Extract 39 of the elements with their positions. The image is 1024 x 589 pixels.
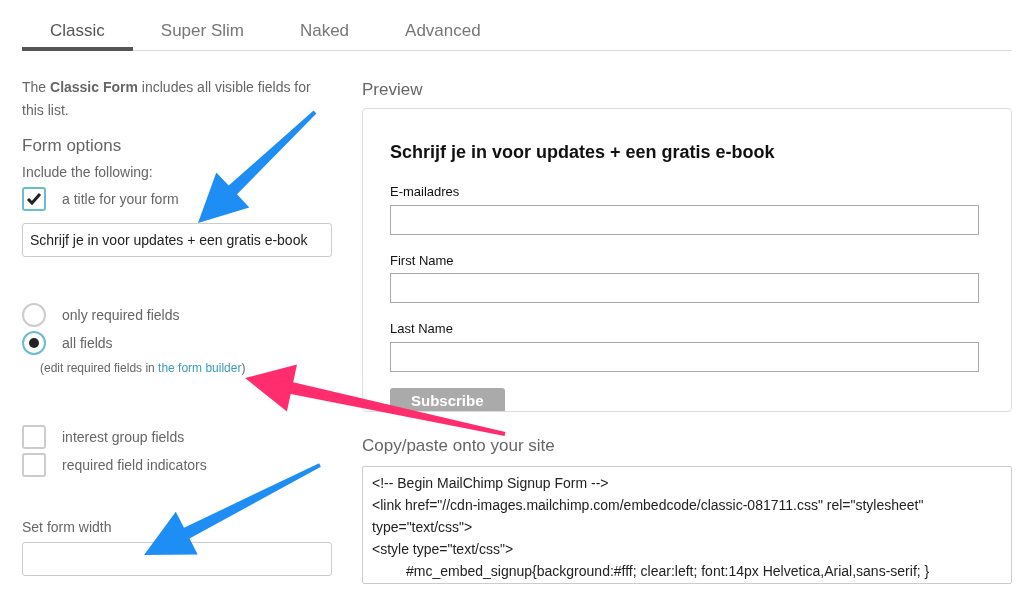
width-label: Set form width (22, 518, 113, 538)
field-label: Last Name (390, 320, 454, 339)
option-label: interest group fields (62, 427, 185, 447)
option-label: a title for your form (62, 189, 179, 209)
checkbox[interactable] (22, 187, 46, 212)
preview-form-title: Schrijf je in voor updates + een gratis e-book (390, 141, 776, 165)
preview-heading: Preview (362, 80, 424, 101)
input-field[interactable] (390, 273, 979, 304)
embed-code-area[interactable] (362, 465, 1012, 584)
checkbox[interactable] (22, 453, 46, 478)
include-label: Include the following: (22, 163, 154, 183)
field-label: First Name (390, 251, 455, 270)
tab[interactable]: Classic (22, 0, 133, 51)
option-label: only required fields (62, 305, 180, 325)
arrow-icon (198, 110, 317, 223)
hint-text: (edit required fields in the form builder) (40, 360, 247, 378)
code-line: <!-- Begin MailChimp Signup Form --> (372, 473, 610, 493)
field-label: E-mailadres (390, 183, 461, 202)
code-line: <style type="text/css"> (372, 539, 515, 559)
form-width-field[interactable] (22, 542, 332, 577)
arrow-icon (245, 364, 506, 436)
check-icon (26, 192, 42, 207)
checkbox[interactable] (22, 425, 46, 450)
input-field[interactable] (390, 204, 979, 235)
form-builder-link[interactable]: the form builder (158, 361, 242, 376)
form-title-field[interactable]: Schrijf je in voor updates + een gratis e-book (22, 223, 332, 258)
code-line: <link href="//cdn-images.mailchimp.com/embedcode/classic-081711.css" rel="stylesheet" type="text/css"> (372, 495, 925, 537)
radio-button[interactable] (22, 331, 46, 356)
option-label: all fields (62, 333, 113, 353)
embed-heading: Copy/paste onto your site (362, 436, 556, 457)
radio-button[interactable] (22, 303, 46, 328)
tab[interactable]: Advanced (377, 0, 509, 51)
option-label: required field indicators (62, 455, 207, 475)
code-line: #mc_embed_signup{background:#fff; clear:left; font:14px Helvetica,Arial,sans-serif; } (405, 561, 931, 581)
tab[interactable]: Super Slim (132, 0, 272, 51)
tab[interactable]: Naked (271, 0, 378, 51)
intro-text: The Classic Form includes all visible fields for this list. (22, 78, 312, 120)
input-field[interactable] (390, 341, 979, 372)
section-heading: Form options (22, 136, 123, 157)
